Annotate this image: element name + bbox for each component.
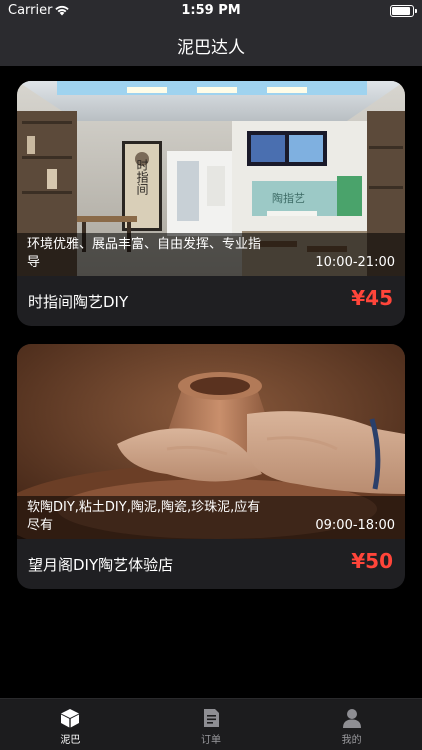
navigation-bar: 泥巴达人 [0,22,422,66]
cube-icon [61,709,80,728]
tab-label: 订单 [201,735,221,746]
clock: 1:59 PM [181,3,241,18]
photo-mural-text: 陶指艺 [272,191,305,205]
shop-name: 时指间陶艺DIY [28,293,129,311]
shop-description: 软陶DIY,粘土DIY,陶泥,陶瓷,珍珠泥,应有尽有 [27,500,261,533]
shop-price: ¥45 [351,286,393,310]
tab-label: 泥巴 [60,735,81,746]
photo-sign-text: 时指间 [135,159,149,195]
caption-bar: 环境优雅、展品丰富、自由发挥、专业指导 10:00-21:00 [17,233,405,276]
status-bar: Carrier 1:59 PM [0,0,422,22]
page-title: 泥巴达人 [177,38,245,58]
person-icon [342,709,361,728]
document-icon [204,709,219,727]
shop-price: ¥50 [351,549,393,573]
caption-bar: 软陶DIY,粘土DIY,陶泥,陶瓷,珍珠泥,应有尽有 09:00-18:00 [17,496,405,539]
tab-clay[interactable]: 泥巴 [0,699,141,750]
tab-orders[interactable]: 订单 [141,699,282,750]
battery-icon [390,5,417,17]
shop-hours: 09:00-18:00 [315,518,395,533]
shop-card[interactable]: 软陶DIY,粘土DIY,陶泥,陶瓷,珍珠泥,应有尽有 09:00-18:00 望… [17,344,405,589]
shop-name: 望月阁DIY陶艺体验店 [28,556,174,574]
shop-hours: 10:00-21:00 [315,255,395,270]
shop-card[interactable]: 时指间 陶指艺 环境优雅、展品丰富、自由发挥、专业指导 10:00-21:00 … [17,81,405,326]
tab-profile[interactable]: 我的 [281,699,422,750]
tab-bar: 泥巴 订单 我的 [0,698,422,750]
tab-label: 我的 [341,735,362,746]
shop-description: 环境优雅、展品丰富、自由发挥、专业指导 [27,237,262,270]
